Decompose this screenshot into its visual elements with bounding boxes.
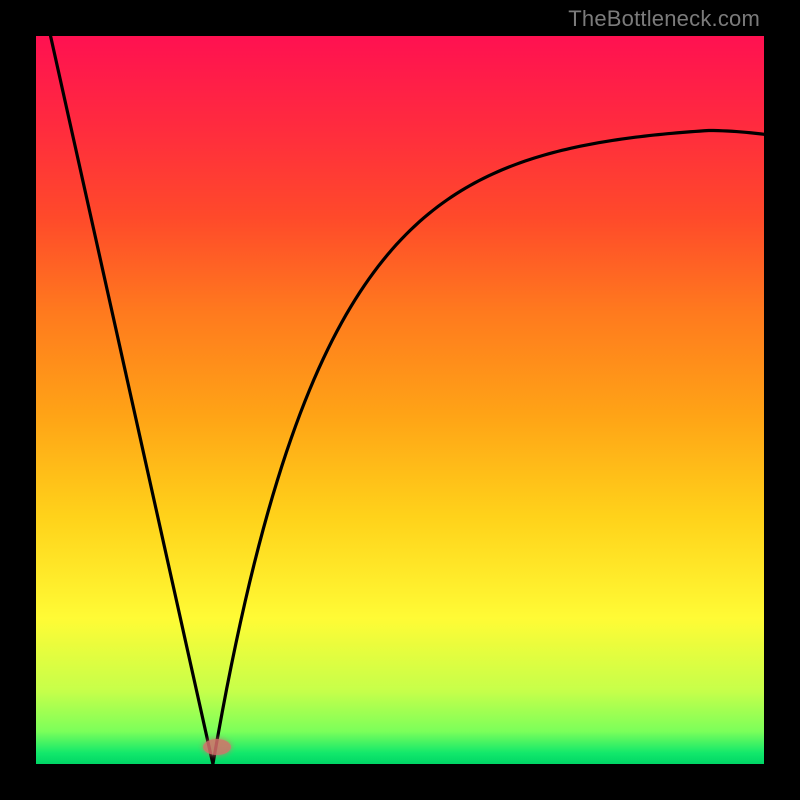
curve-minimum-marker xyxy=(203,739,231,755)
attribution-text: TheBottleneck.com xyxy=(568,6,760,32)
plot-area xyxy=(36,36,764,764)
bottleneck-curve xyxy=(36,36,764,764)
chart-frame: TheBottleneck.com xyxy=(0,0,800,800)
